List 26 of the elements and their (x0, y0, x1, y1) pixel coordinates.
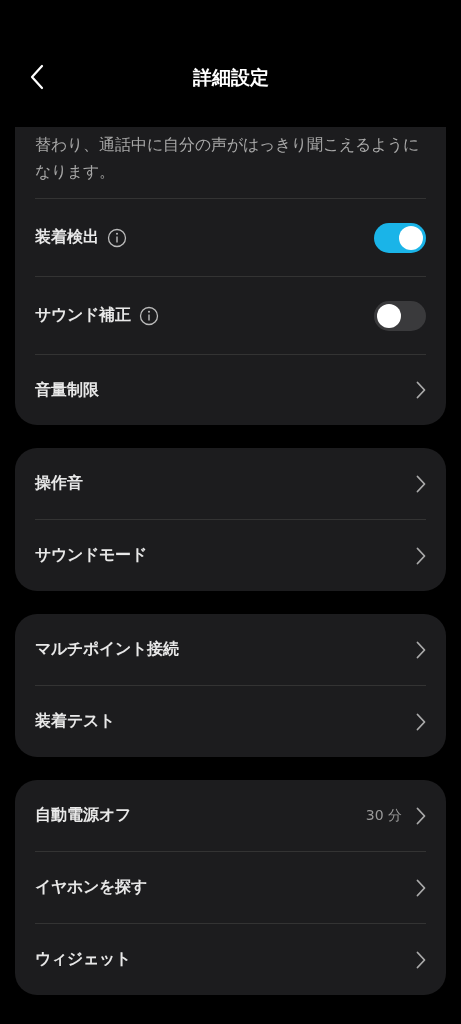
setting-label: サウンドモード (35, 545, 147, 566)
chevron-right-icon[interactable] (416, 640, 426, 659)
setting-label: イヤホンを探す (35, 877, 147, 898)
setting-value: 30 分 (365, 806, 402, 825)
setting-label: 操作音 (35, 473, 83, 494)
toggle-switch[interactable] (374, 300, 426, 331)
chevron-right-icon[interactable] (416, 806, 426, 825)
chevron-right-icon[interactable] (416, 712, 426, 731)
chevron-right-icon[interactable] (416, 381, 426, 399)
description-text: 替わり、通話中に自分の声がはっきり聞こえるようになります。 (35, 135, 420, 183)
info-icon[interactable] (139, 305, 159, 326)
chevron-right-icon[interactable] (416, 878, 426, 897)
setting-label: マルチポイント接続 (35, 639, 179, 660)
setting-label: ウィジェット (35, 949, 131, 970)
setting-label: 装着テスト (35, 711, 115, 732)
info-icon[interactable] (107, 227, 127, 248)
back-icon[interactable] (30, 64, 44, 90)
chevron-right-icon[interactable] (416, 546, 426, 565)
chevron-right-icon[interactable] (416, 950, 426, 969)
page-title: 詳細設定 (192, 65, 269, 90)
setting-label: 音量制限 (35, 379, 99, 401)
setting-label: サウンド補正 (35, 305, 131, 326)
chevron-right-icon[interactable] (416, 474, 426, 493)
setting-label: 装着検出 (35, 227, 99, 248)
setting-label: 自動電源オフ (35, 805, 131, 826)
toggle-switch[interactable] (374, 222, 426, 253)
